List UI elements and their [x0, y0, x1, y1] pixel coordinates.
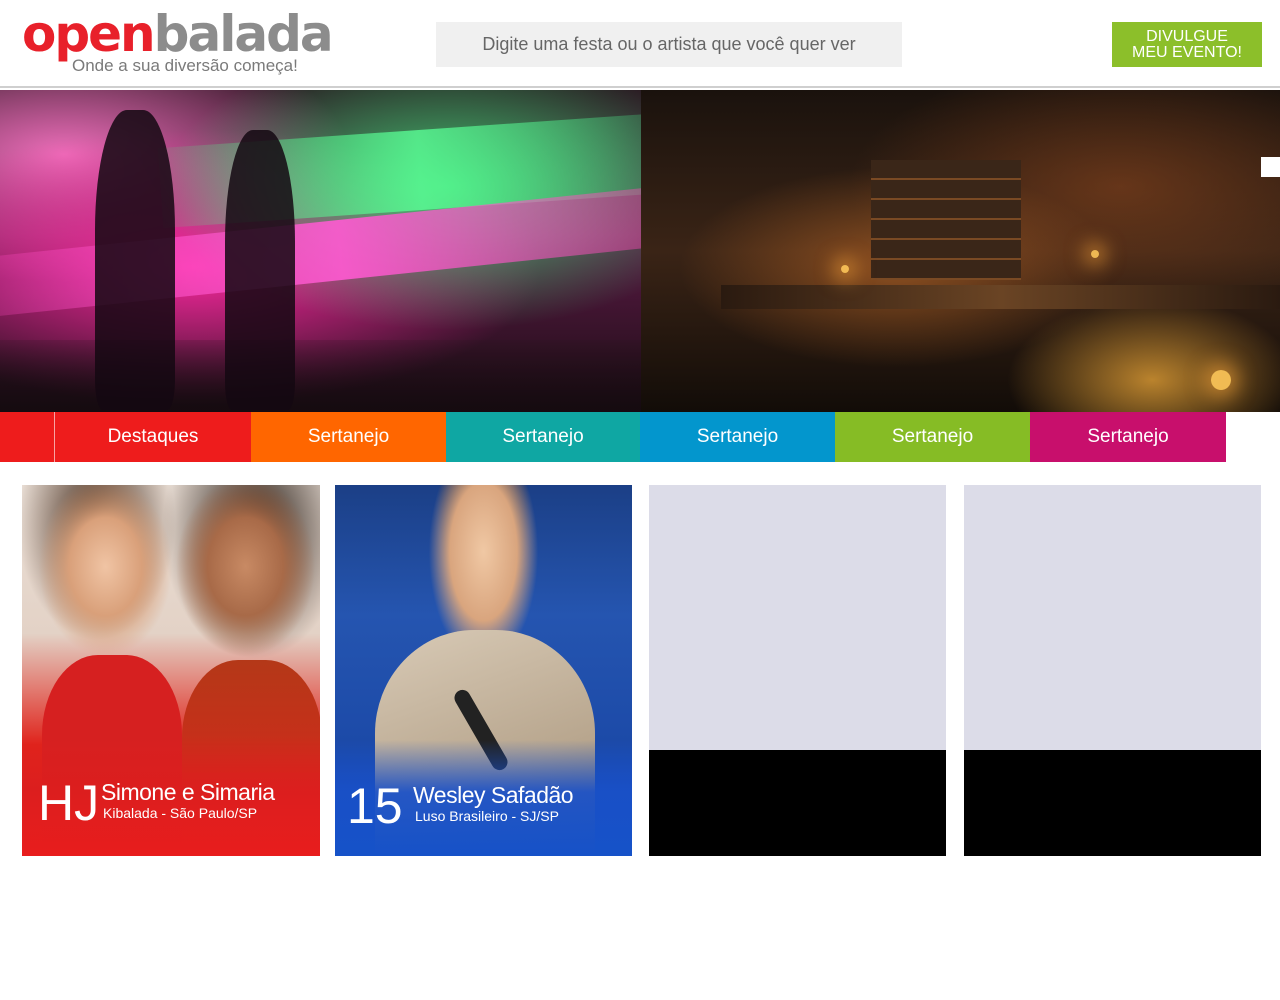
openbalada-logo[interactable]: openbalada Onde a sua diversão começa!: [22, 5, 334, 80]
event-caption: 15 Wesley Safadão Luso Brasileiro - SJ/S…: [335, 776, 632, 856]
category-sertanejo[interactable]: Sertanejo: [835, 412, 1030, 462]
category-nav: Destaques Sertanejo Sertanejo Sertanejo …: [0, 412, 1280, 462]
category-destaques[interactable]: Destaques: [55, 412, 251, 462]
category-sertanejo[interactable]: Sertanejo: [251, 412, 446, 462]
promote-event-button[interactable]: DIVULGUE MEU EVENTO!: [1112, 22, 1262, 67]
event-caption-placeholder: [649, 750, 946, 856]
event-card-placeholder[interactable]: [964, 485, 1261, 856]
search-input[interactable]: [436, 22, 902, 67]
event-venue: Kibalada - São Paulo/SP: [103, 805, 258, 821]
logo-open-text: open: [22, 5, 156, 63]
event-day: HJ: [38, 775, 100, 831]
logo-tagline: Onde a sua diversão começa!: [72, 56, 298, 75]
logo-wordmark: openbalada: [22, 4, 334, 64]
hero-image-nightlife: [0, 90, 722, 412]
site-header: openbalada Onde a sua diversão começa! D…: [0, 0, 1280, 88]
event-card-placeholder[interactable]: [649, 485, 946, 856]
hero-image-bar: [641, 90, 1280, 412]
event-card[interactable]: 15 Wesley Safadão Luso Brasileiro - SJ/S…: [335, 485, 632, 856]
logo-balada-text: balada: [153, 5, 334, 63]
hero-edge-marker: [1261, 157, 1280, 177]
category-nav-lead: [0, 412, 55, 462]
promote-event-line2: MEU EVENTO!: [1132, 43, 1242, 61]
event-card[interactable]: HJ Simone e Simaria Kibalada - São Paulo…: [22, 485, 320, 856]
category-sertanejo[interactable]: Sertanejo: [1030, 412, 1226, 462]
event-caption: HJ Simone e Simaria Kibalada - São Paulo…: [22, 776, 320, 856]
hero-banner[interactable]: [0, 90, 1280, 412]
event-day: 15: [347, 778, 403, 834]
event-caption-placeholder: [964, 750, 1261, 856]
category-sertanejo[interactable]: Sertanejo: [640, 412, 835, 462]
category-sertanejo[interactable]: Sertanejo: [446, 412, 640, 462]
event-artist: Wesley Safadão: [413, 782, 574, 808]
promote-event-line1: DIVULGUE: [1146, 27, 1228, 45]
event-artist: Simone e Simaria: [101, 779, 275, 805]
event-venue: Luso Brasileiro - SJ/SP: [415, 808, 559, 824]
